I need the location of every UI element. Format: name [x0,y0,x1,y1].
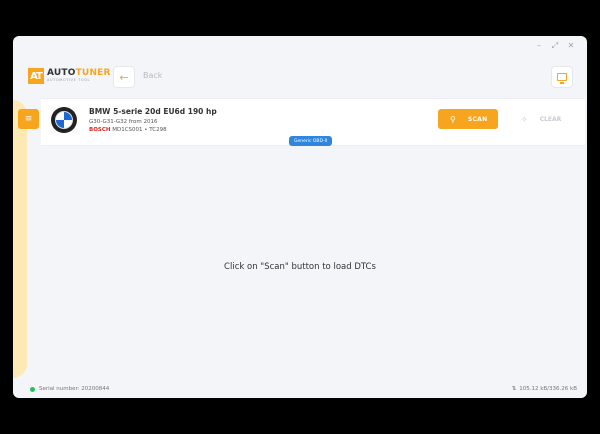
logo-badge: AT [28,68,44,84]
empty-state-message: Click on "Scan" button to load DTCs [224,262,376,272]
scan-button[interactable]: ⚲ SCAN [438,109,498,129]
arrow-left-icon: ← [119,70,129,84]
search-icon: ⚲ [450,114,456,124]
protocol-badge: Generic OBD-II [289,136,333,146]
vehicle-title: BMW 5-serie 20d EU6d 190 hp [89,107,217,116]
scan-label: SCAN [467,115,488,123]
ecu-brand: BOSCH [89,127,111,133]
device-monitor-button[interactable] [551,66,573,88]
ecu-info: BOSCH MD1CS001 • TC298 [89,127,167,133]
app-window: – ⤢ ✕ AT AUTOTUNER AUTOMOTIVE TOOL ← Bac… [13,36,587,398]
status-bar: Serial number: 20200844 ⇅ 105.12 kB/336.… [13,380,587,398]
monitor-icon [557,73,567,84]
logo-name: AUTOTUNER [47,68,111,79]
sidebar-drawer [13,100,27,378]
hamburger-icon: ≡ [24,114,33,124]
app-logo: AT AUTOTUNER AUTOMOTIVE TOOL [28,68,111,84]
serial-status: Serial number: 20200844 [30,386,109,392]
menu-button[interactable]: ≡ [18,109,39,129]
transfer-status: ⇅ 105.12 kB/336.26 kB [512,386,577,392]
minimize-icon[interactable]: – [535,42,543,50]
back-label[interactable]: Back [143,71,162,80]
bmw-logo-icon [51,107,77,133]
ecu-detail: MD1CS001 • TC298 [112,127,167,133]
title-bar: – ⤢ ✕ [13,36,587,56]
clear-button[interactable]: ✧ CLEAR [511,109,571,129]
connection-status-icon [30,386,35,392]
maximize-icon[interactable]: ⤢ [551,42,559,50]
header: AT AUTOTUNER AUTOMOTIVE TOOL ← Back [13,56,587,96]
transfer-icon: ⇅ [511,386,517,392]
logo-subtitle: AUTOMOTIVE TOOL [47,78,91,83]
back-button[interactable]: ← [113,66,135,88]
transfer-amount: 105.12 kB/336.26 kB [519,386,577,392]
broom-icon: ✧ [521,114,528,124]
close-icon[interactable]: ✕ [567,42,575,50]
serial-number: Serial number: 20200844 [39,386,110,392]
clear-label: CLEAR [539,115,562,123]
vehicle-subtitle: G30-G31-G32 from 2016 [89,119,158,125]
